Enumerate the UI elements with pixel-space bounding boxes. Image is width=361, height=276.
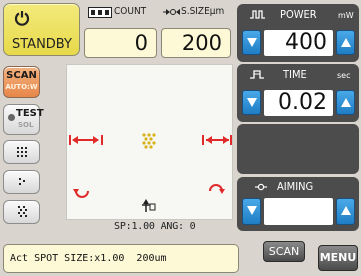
pattern-preview[interactable] xyxy=(66,64,233,220)
scan-mode-button[interactable]: SCAN AUTO:W xyxy=(3,66,40,98)
power-unit: mW xyxy=(338,11,354,20)
preview-status: SP:1.00 ANG: 0 xyxy=(114,221,196,232)
pattern-grid-button[interactable] xyxy=(3,200,40,224)
rotate-left-icon[interactable] xyxy=(73,188,89,198)
laser-control-screen: STANDBY COUNT S.SIZEμm 0 200 SCAN AUTO:W… xyxy=(0,0,361,276)
test-button[interactable]: TEST SOL xyxy=(3,104,44,135)
status-message: Act SPOT SIZE:x1.00 200um xyxy=(3,244,239,273)
empty-panel xyxy=(237,124,359,174)
scan-button[interactable]: SCAN xyxy=(263,241,305,262)
time-up-button[interactable] xyxy=(336,90,355,115)
arrow-up-icon xyxy=(341,38,351,47)
time-unit: sec xyxy=(337,71,351,80)
time-panel: TIME sec 0.02 xyxy=(237,64,359,122)
scan-button-label: SCAN xyxy=(268,245,300,258)
power-title: POWER xyxy=(280,8,317,21)
arrow-down-icon xyxy=(247,98,257,107)
expand-right-icon[interactable] xyxy=(202,135,232,145)
power-down-button[interactable] xyxy=(242,30,261,55)
aiming-panel: AIMING xyxy=(237,177,359,231)
arrow-up-icon xyxy=(341,98,351,107)
test-sub: SOL xyxy=(18,121,34,129)
shrink-left-icon[interactable] xyxy=(69,135,103,145)
time-down-button[interactable] xyxy=(242,90,261,115)
power-pulse-icon xyxy=(250,10,265,19)
counter-icon xyxy=(88,7,112,18)
spot-pattern xyxy=(142,133,156,149)
rotate-right-icon[interactable] xyxy=(209,184,225,194)
power-display[interactable]: 400 xyxy=(264,30,333,56)
count-label: COUNT xyxy=(114,6,147,17)
preview-canvas xyxy=(69,133,232,212)
power-up-button[interactable] xyxy=(336,30,355,55)
aiming-display[interactable] xyxy=(264,198,333,225)
time-pulse-icon xyxy=(250,70,264,79)
menu-button[interactable]: MENU xyxy=(318,245,358,271)
time-display[interactable]: 0.02 xyxy=(264,90,333,116)
aiming-down-button[interactable] xyxy=(242,198,261,225)
pattern-small-button[interactable] xyxy=(3,170,40,194)
count-display[interactable]: 0 xyxy=(84,28,157,58)
scan-mode-label: SCAN xyxy=(6,70,37,81)
test-indicator-icon xyxy=(8,114,15,121)
arrow-down-icon xyxy=(247,38,257,47)
spot-size-display[interactable]: 200 xyxy=(161,28,231,58)
pattern-square-button[interactable] xyxy=(3,140,40,164)
power-icon xyxy=(14,11,30,26)
power-panel: POWER mW 400 xyxy=(237,4,359,62)
aiming-up-button[interactable] xyxy=(336,198,355,225)
spot-size-unit: μm xyxy=(209,6,225,17)
test-label: TEST xyxy=(16,108,44,119)
standby-label: STANDBY xyxy=(12,37,72,52)
time-title: TIME xyxy=(283,68,307,81)
standby-button[interactable]: STANDBY xyxy=(3,3,80,56)
menu-button-label: MENU xyxy=(319,251,357,264)
arrow-up-icon xyxy=(341,206,351,215)
small-pattern-icon xyxy=(19,178,25,185)
grid-pattern-icon xyxy=(18,206,27,217)
spot-size-label: S.SIZEμm xyxy=(181,6,225,17)
scan-mode-sub: AUTO:W xyxy=(5,83,38,91)
aiming-title: AIMING xyxy=(277,180,314,193)
arrow-down-icon xyxy=(247,206,257,215)
move-handle-icon[interactable] xyxy=(142,199,156,212)
square-pattern-icon xyxy=(17,147,27,157)
aiming-icon xyxy=(255,183,267,191)
spot-size-icon xyxy=(163,9,180,15)
